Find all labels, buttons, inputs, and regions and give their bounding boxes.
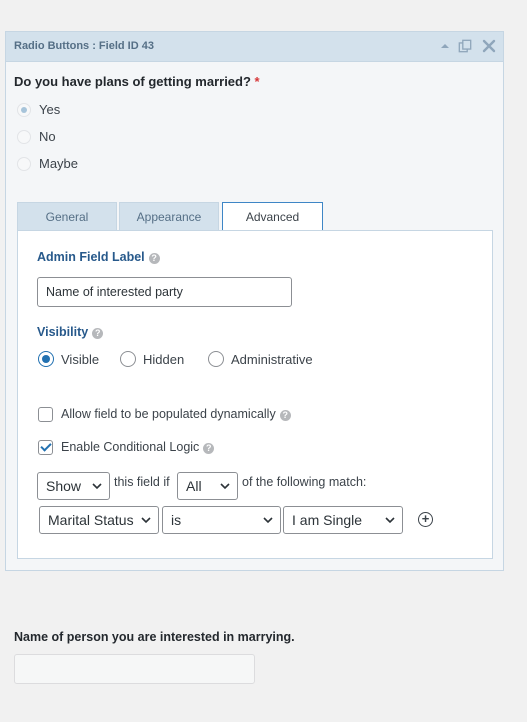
preview-option-label: Yes — [39, 102, 61, 117]
logic-text-of-following: of the following match: — [242, 475, 367, 489]
rule-field-value: Marital Status — [48, 512, 134, 528]
tab-appearance[interactable]: Appearance — [119, 202, 219, 231]
logic-match-select[interactable]: All — [177, 472, 238, 500]
conditional-logic-label: Enable Conditional Logic — [61, 440, 200, 454]
help-icon[interactable]: ? — [203, 443, 215, 454]
add-rule-icon[interactable]: + — [418, 512, 433, 527]
chevron-down-icon — [140, 514, 152, 526]
help-icon[interactable]: ? — [279, 410, 291, 421]
tab-advanced[interactable]: Advanced — [222, 202, 323, 231]
field-header[interactable]: Radio Buttons : Field ID 43 — [6, 32, 503, 62]
logic-text-this-field-if: this field if — [114, 475, 170, 489]
duplicate-icon[interactable] — [458, 39, 472, 53]
visibility-option-label: Hidden — [143, 352, 185, 367]
allow-dynamic-checkbox[interactable] — [38, 407, 53, 422]
visibility-radio-administrative[interactable] — [208, 351, 224, 367]
logic-action-select[interactable]: Show — [37, 472, 110, 500]
advanced-panel: Admin Field Label? Name of interested pa… — [17, 230, 493, 559]
chevron-down-icon — [384, 514, 396, 526]
rule-value-select[interactable]: I am Single — [283, 506, 403, 534]
visibility-title: Visibility — [37, 325, 89, 339]
help-icon[interactable]: ? — [148, 253, 160, 264]
field-title: Radio Buttons : Field ID 43 — [14, 40, 154, 52]
visibility-radio-hidden[interactable] — [120, 351, 136, 367]
visibility-option-label: Administrative — [231, 352, 313, 367]
allow-dynamic-label: Allow field to be populated dynamically — [61, 407, 276, 421]
delete-icon[interactable] — [482, 39, 496, 53]
field-question: Do you have plans of getting married? * — [14, 74, 260, 89]
preview-option-label: Maybe — [39, 156, 79, 171]
tab-general[interactable]: General — [17, 202, 117, 231]
rule-value-value: I am Single — [292, 512, 363, 528]
chevron-down-icon — [219, 480, 231, 492]
collapse-icon[interactable] — [438, 39, 452, 53]
admin-label-title: Admin Field Label — [37, 250, 145, 264]
admin-label-heading: Admin Field Label? — [37, 250, 160, 264]
field-editor-box: Radio Buttons : Field ID 43 Do you have … — [5, 31, 504, 571]
help-icon[interactable]: ? — [92, 328, 104, 339]
question-text: Do you have plans of getting married? — [14, 74, 251, 89]
chevron-down-icon — [262, 514, 274, 526]
visibility-option-label: Visible — [61, 352, 100, 367]
conditional-logic-checkbox[interactable] — [38, 440, 53, 455]
conditional-logic-text: Enable Conditional Logic? — [61, 440, 215, 454]
logic-match-value: All — [186, 478, 202, 494]
chevron-down-icon — [91, 480, 103, 492]
preview-radio-maybe[interactable] — [17, 157, 31, 171]
visibility-heading: Visibility? — [37, 325, 104, 339]
logic-action-value: Show — [46, 478, 82, 494]
allow-dynamic-text: Allow field to be populated dynamically? — [61, 407, 291, 421]
admin-label-input[interactable]: Name of interested party — [37, 277, 292, 307]
rule-operator-select[interactable]: is — [162, 506, 281, 534]
rule-operator-value: is — [171, 512, 182, 528]
next-field-label: Name of person you are interested in mar… — [14, 630, 295, 644]
next-field-input[interactable] — [14, 654, 255, 684]
preview-radio-yes[interactable] — [17, 103, 31, 117]
rule-field-select[interactable]: Marital Status — [39, 506, 159, 534]
preview-option-label: No — [39, 129, 56, 144]
required-mark: * — [254, 74, 260, 89]
preview-radio-no[interactable] — [17, 130, 31, 144]
visibility-radio-visible[interactable] — [38, 351, 54, 367]
